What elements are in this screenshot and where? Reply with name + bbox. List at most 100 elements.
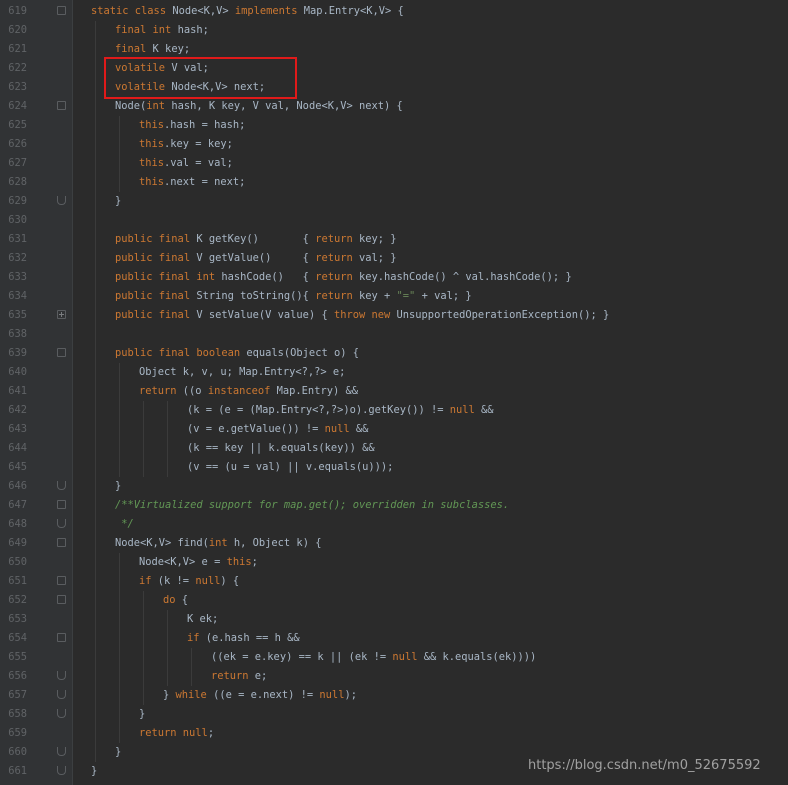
line-number: 632 (8, 252, 27, 264)
code-line[interactable]: 652 do { (0, 591, 788, 610)
line-number: 627 (8, 157, 27, 169)
code-line[interactable]: 650 Node<K,V> e = this; (0, 553, 788, 572)
keyword-token: while (175, 689, 214, 701)
indent-guide (143, 591, 144, 610)
code-line[interactable]: 628 this.next = next; (0, 173, 788, 192)
indent-guide (95, 325, 96, 344)
code-line[interactable]: 633 public final int hashCode() { return … (0, 268, 788, 287)
fold-collapse-icon[interactable] (57, 538, 66, 547)
code-line[interactable]: 649 Node<K,V> find(int h, Object k) { (0, 534, 788, 553)
code-line[interactable]: 630 (0, 211, 788, 230)
code-line[interactable]: 638 (0, 325, 788, 344)
line-number: 658 (8, 708, 27, 720)
indent-guide (119, 724, 120, 743)
fold-end-icon[interactable] (57, 196, 66, 205)
indent-guide (95, 59, 96, 78)
indent-guide (95, 496, 96, 515)
code-token: Map.Entry<K,V> { (303, 5, 404, 17)
code-line[interactable]: 641 return ((o instanceof Map.Entry) && (0, 382, 788, 401)
line-number: 646 (8, 480, 27, 492)
code-line[interactable]: 620 final int hash; (0, 21, 788, 40)
code-line[interactable]: 627 this.val = val; (0, 154, 788, 173)
code-line[interactable]: 654 if (e.hash == h && (0, 629, 788, 648)
fold-end-icon[interactable] (57, 690, 66, 699)
code-token: h, Object k) { (233, 537, 322, 549)
code-text: final int hash; (115, 21, 209, 40)
fold-end-icon[interactable] (57, 481, 66, 490)
code-line[interactable]: 626 this.key = key; (0, 135, 788, 154)
code-line[interactable]: 659 return null; (0, 724, 788, 743)
code-line[interactable]: 648 */ (0, 515, 788, 534)
indent-guide (119, 648, 120, 667)
code-line[interactable]: 642 (k = (e = (Map.Entry<?,?>)o).getKey()… (0, 401, 788, 420)
line-number: 635 (8, 309, 27, 321)
code-line[interactable]: 644 (k == key || k.equals(key)) && (0, 439, 788, 458)
keyword-token: this (139, 157, 165, 169)
indent-guide (119, 135, 120, 154)
code-token: Node<K,V> e = (139, 556, 227, 568)
code-line[interactable]: 655 ((ek = e.key) == k || (ek != null && … (0, 648, 788, 667)
fold-collapse-icon[interactable] (57, 576, 66, 585)
line-number: 629 (8, 195, 27, 207)
indent-guide (143, 439, 144, 458)
fold-collapse-icon[interactable] (57, 500, 66, 509)
fold-end-icon[interactable] (57, 519, 66, 528)
code-token: ) { (220, 575, 240, 587)
code-line[interactable]: 631 public final K getKey() { return key;… (0, 230, 788, 249)
indent-guide (119, 154, 120, 173)
indent-guide (143, 667, 144, 686)
code-line[interactable]: 619 static class Node<K,V> implements Map… (0, 2, 788, 21)
code-line[interactable]: 632 public final V getValue() { return va… (0, 249, 788, 268)
indent-guide (95, 648, 96, 667)
code-text: (k = (e = (Map.Entry<?,?>)o).getKey()) !… (187, 401, 494, 420)
code-line[interactable]: 625 this.hash = hash; (0, 116, 788, 135)
indent-guide (95, 382, 96, 401)
keyword-token: do (163, 594, 182, 606)
indent-guide (119, 420, 120, 439)
code-text: } (115, 477, 121, 496)
fold-collapse-icon[interactable] (57, 101, 66, 110)
fold-end-icon[interactable] (57, 766, 66, 775)
code-text: } (91, 762, 97, 781)
code-token: } (139, 708, 146, 720)
code-token: V getValue() { (196, 252, 316, 264)
code-token: } (91, 765, 98, 777)
code-line[interactable]: 635 public final V setValue(V value) { th… (0, 306, 788, 325)
code-line[interactable]: 634 public final String toString(){ retur… (0, 287, 788, 306)
indent-guide (95, 439, 96, 458)
indent-guide (167, 420, 168, 439)
indent-guide (95, 705, 96, 724)
fold-collapse-icon[interactable] (57, 348, 66, 357)
keyword-token: null (319, 689, 345, 701)
code-line[interactable]: 639 public final boolean equals(Object o)… (0, 344, 788, 363)
fold-expand-icon[interactable] (57, 310, 66, 319)
code-line[interactable]: 640 Object k, v, u; Map.Entry<?,?> e; (0, 363, 788, 382)
fold-end-icon[interactable] (57, 747, 66, 756)
code-line[interactable]: 657} while ((e = e.next) != null); (0, 686, 788, 705)
fold-collapse-icon[interactable] (57, 595, 66, 604)
fold-collapse-icon[interactable] (57, 6, 66, 15)
line-number: 639 (8, 347, 27, 359)
line-number: 620 (8, 24, 27, 36)
code-line[interactable]: 645 (v == (u = val) || v.equals(u))); (0, 458, 788, 477)
keyword-token: return (139, 385, 183, 397)
code-line[interactable]: 624 Node(int hash, K key, V val, Node<K,V… (0, 97, 788, 116)
code-line[interactable]: 629} (0, 192, 788, 211)
code-line[interactable]: 651 if (k != null) { (0, 572, 788, 591)
fold-collapse-icon[interactable] (57, 633, 66, 642)
code-line[interactable]: 653 K ek; (0, 610, 788, 629)
keyword-token: this (139, 119, 165, 131)
keyword-token: implements (234, 5, 304, 17)
code-line[interactable]: 656 return e; (0, 667, 788, 686)
code-editor[interactable]: 619 static class Node<K,V> implements Map… (0, 0, 788, 785)
fold-end-icon[interactable] (57, 709, 66, 718)
fold-end-icon[interactable] (57, 671, 66, 680)
code-line[interactable]: 643 (v = e.getValue()) != null && (0, 420, 788, 439)
code-line[interactable]: 646} (0, 477, 788, 496)
code-token: { (181, 594, 189, 606)
code-line[interactable]: 647 /**Virtualized support for map.get();… (0, 496, 788, 515)
code-line[interactable]: 658} (0, 705, 788, 724)
code-token: } (163, 689, 176, 701)
indent-guide (143, 629, 144, 648)
indent-guide (119, 572, 120, 591)
